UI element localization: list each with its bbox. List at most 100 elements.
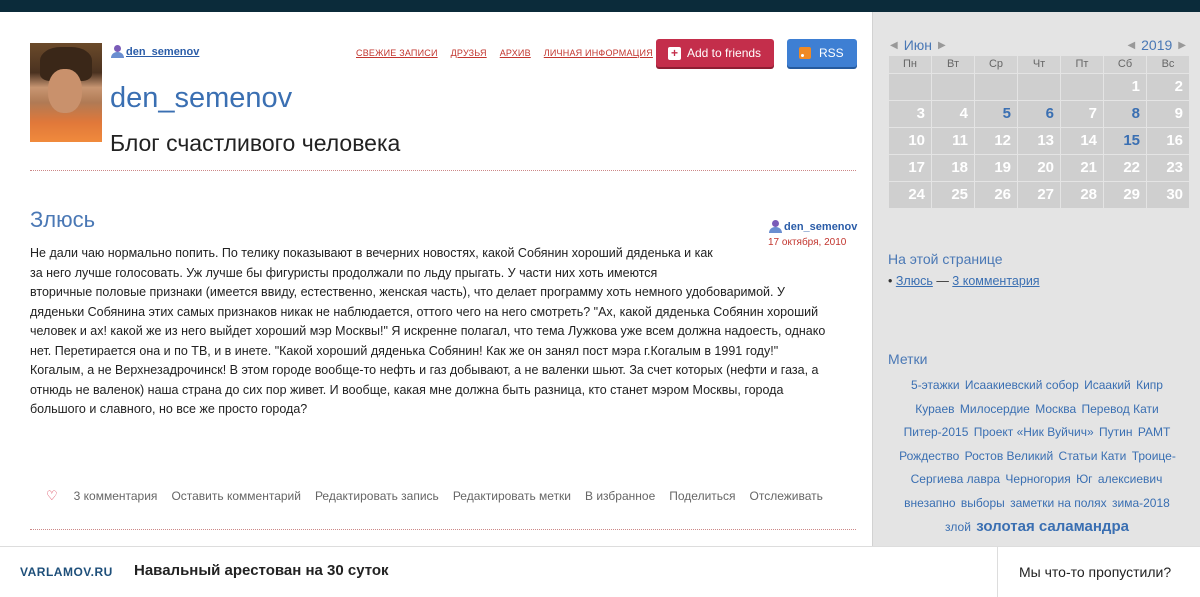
- calendar-day: 30: [1147, 182, 1189, 208]
- post-author[interactable]: den_semenov: [768, 220, 857, 234]
- journal-username[interactable]: den_semenov: [126, 46, 199, 58]
- post-author-name[interactable]: den_semenov: [784, 221, 857, 233]
- calendar-empty-cell: [975, 74, 1017, 100]
- nav-profile[interactable]: ЛИЧНАЯ ИНФОРМАЦИЯ: [544, 48, 653, 58]
- journal-nav: СВЕЖИЕ ЗАПИСИ ДРУЗЬЯ АРХИВ ЛИЧНАЯ ИНФОРМ…: [356, 48, 653, 58]
- calendar-day: 27: [1018, 182, 1060, 208]
- tag-link[interactable]: Милосердие: [960, 402, 1030, 416]
- action-comments[interactable]: 3 комментария: [74, 489, 158, 503]
- heart-icon[interactable]: ♡: [46, 488, 58, 504]
- post-line: человек и ах! какой же из него выйдет хо…: [30, 324, 826, 338]
- post-line: Не дали чаю нормально попить. По телику …: [30, 246, 713, 260]
- calendar-year[interactable]: 2019: [1141, 37, 1172, 53]
- calendar-day: 20: [1018, 155, 1060, 181]
- nav-archive[interactable]: АРХИВ: [500, 48, 531, 58]
- blog-description: Блог счастливого человека: [110, 130, 401, 156]
- calendar-month[interactable]: Июн: [904, 37, 932, 53]
- calendar-day: 11: [932, 128, 974, 154]
- chevron-right-icon[interactable]: ▶: [1178, 40, 1186, 51]
- tag-link[interactable]: Питер-2015: [904, 425, 969, 439]
- action-track[interactable]: Отслеживать: [750, 489, 823, 503]
- tag-link[interactable]: Ростов Великий: [965, 449, 1054, 463]
- action-edit-entry[interactable]: Редактировать запись: [315, 489, 439, 503]
- calendar-day[interactable]: 6: [1018, 101, 1060, 127]
- footer-headline[interactable]: Навальный арестован на 30 суток: [134, 562, 389, 579]
- tag-link[interactable]: Перевод Кати: [1082, 402, 1159, 416]
- calendar-weekday: Сб: [1104, 56, 1146, 73]
- calendar-day: 14: [1061, 128, 1103, 154]
- tag-link[interactable]: Исаакий: [1084, 378, 1131, 392]
- tag-link[interactable]: Статьи Кати: [1059, 449, 1127, 463]
- calendar-empty-cell: [932, 74, 974, 100]
- rss-label: RSS: [819, 46, 844, 60]
- tag-link[interactable]: выборы: [961, 496, 1005, 510]
- rss-icon: [799, 47, 811, 59]
- calendar-day: 25: [932, 182, 974, 208]
- tag-link[interactable]: внезапно: [904, 496, 955, 510]
- tag-link[interactable]: Проект «Ник Вуйчич»: [974, 425, 1094, 439]
- tag-link[interactable]: Рождество: [899, 449, 959, 463]
- calendar-month-nav: ◀ Июн ▶: [890, 37, 946, 53]
- calendar-empty-cell: [1061, 74, 1103, 100]
- tag-link[interactable]: Кипр: [1136, 378, 1163, 392]
- post-line: за него лучше голосовать. Уж лучше бы фи…: [30, 265, 658, 280]
- on-page-post-link[interactable]: Злюсь: [896, 274, 933, 288]
- chevron-left-icon[interactable]: ◀: [890, 40, 898, 51]
- calendar-year-nav: ◀ 2019 ▶: [1127, 37, 1186, 53]
- action-leave-comment[interactable]: Оставить комментарий: [171, 489, 301, 503]
- calendar-empty-cell: [889, 74, 931, 100]
- tag-link[interactable]: Черногория: [1005, 472, 1070, 486]
- tag-link[interactable]: 5-этажки: [911, 378, 960, 392]
- action-favorite[interactable]: В избранное: [585, 489, 655, 503]
- calendar-day: 17: [889, 155, 931, 181]
- action-share[interactable]: Поделиться: [669, 489, 735, 503]
- post-line: вторичные половые признаки (имеется ввид…: [30, 285, 785, 299]
- on-page-list: • Злюсь — 3 комментария: [888, 274, 1040, 288]
- tags-title: Метки: [888, 351, 928, 367]
- calendar-day[interactable]: 8: [1104, 101, 1146, 127]
- add-to-friends-button[interactable]: + Add to friends: [656, 39, 774, 67]
- tag-link[interactable]: золотая саламандра: [976, 518, 1129, 535]
- journal-user-link[interactable]: den_semenov: [110, 45, 199, 59]
- tag-link[interactable]: Юг: [1076, 472, 1093, 486]
- main-content: den_semenov СВЕЖИЕ ЗАПИСИ ДРУЗЬЯ АРХИВ Л…: [0, 12, 872, 546]
- avatar-face: [48, 69, 82, 113]
- tag-link[interactable]: Москва: [1035, 402, 1076, 416]
- action-edit-tags[interactable]: Редактировать метки: [453, 489, 571, 503]
- chevron-left-icon[interactable]: ◀: [1127, 40, 1135, 51]
- nav-friends[interactable]: ДРУЗЬЯ: [451, 48, 487, 58]
- tag-link[interactable]: зима-2018: [1112, 496, 1170, 510]
- tag-link[interactable]: Путин: [1099, 425, 1132, 439]
- footer-bar: VARLAMOV.RU Навальный арестован на 30 су…: [0, 546, 1200, 597]
- on-page-comments-link[interactable]: 3 комментария: [952, 274, 1039, 288]
- top-bar: [0, 0, 1200, 12]
- calendar-day[interactable]: 15: [1104, 128, 1146, 154]
- tag-link[interactable]: алексиевич: [1098, 472, 1162, 486]
- on-page-title: На этой странице: [888, 251, 1003, 267]
- footer-missed[interactable]: Мы что-то пропустили?: [997, 547, 1200, 597]
- post-line: большого и славного, но все же просто го…: [30, 402, 308, 416]
- tag-link[interactable]: злой: [945, 520, 971, 534]
- calendar-day: 9: [1147, 101, 1189, 127]
- chevron-right-icon[interactable]: ▶: [938, 40, 946, 51]
- calendar-day[interactable]: 5: [975, 101, 1017, 127]
- calendar-day: 16: [1147, 128, 1189, 154]
- nav-recent[interactable]: СВЕЖИЕ ЗАПИСИ: [356, 48, 438, 58]
- footer-brand[interactable]: VARLAMOV.RU: [20, 565, 113, 579]
- tag-link[interactable]: Кураев: [915, 402, 954, 416]
- calendar-day: 19: [975, 155, 1017, 181]
- calendar-weekday: Чт: [1018, 56, 1060, 73]
- calendar-weekday: Ср: [975, 56, 1017, 73]
- calendar-empty-cell: [1018, 74, 1060, 100]
- tag-link[interactable]: Исаакиевский собор: [965, 378, 1079, 392]
- calendar-day: 4: [932, 101, 974, 127]
- calendar-weekday: Пт: [1061, 56, 1103, 73]
- user-avatar[interactable]: [30, 43, 102, 142]
- rss-button[interactable]: RSS: [787, 39, 857, 67]
- post-title[interactable]: Злюсь: [30, 207, 95, 233]
- blog-name[interactable]: den_semenov: [110, 82, 292, 115]
- tag-link[interactable]: заметки на полях: [1010, 496, 1107, 510]
- calendar-day: 23: [1147, 155, 1189, 181]
- tag-link[interactable]: РАМТ: [1138, 425, 1171, 439]
- calendar-day: 22: [1104, 155, 1146, 181]
